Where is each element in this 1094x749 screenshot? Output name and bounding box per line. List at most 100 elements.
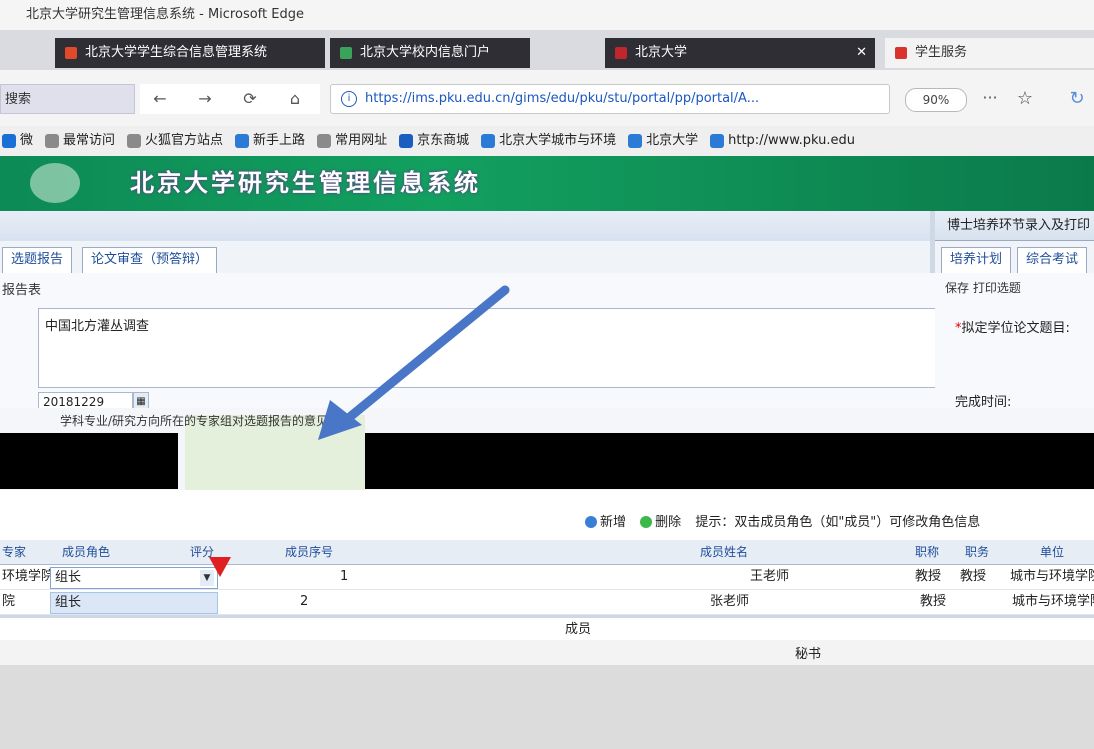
tab-training-plan[interactable]: 培养计划 [941, 247, 1012, 273]
thesis-title-label: *拟定学位论文题目: [955, 318, 1094, 340]
add-button-label: 新增 [600, 515, 627, 530]
bookmark-item[interactable]: 火狐官方站点 [125, 126, 223, 156]
add-button[interactable]: 新增 [585, 512, 626, 534]
bookmark-item[interactable]: 新手上路 [233, 126, 305, 156]
zoom-level[interactable]: 90% [905, 88, 967, 112]
tab-comprehensive-exam[interactable]: 综合考试 [1017, 247, 1088, 273]
annotation-arrow-blue [318, 285, 510, 440]
annotation-arrow-red [209, 557, 231, 577]
bookmark-favicon [45, 134, 60, 148]
window-title: 北京大学研究生管理信息系统 - Microsoft Edge [0, 0, 1094, 30]
back-icon[interactable]: ← [140, 84, 180, 114]
row-title: 教授 [920, 594, 947, 609]
delete-button-label: 删除 [655, 515, 682, 530]
row-unit: 城市与环境学院 [1012, 594, 1094, 609]
tab-label: 北京大学 [635, 45, 688, 60]
bookmarks-bar: 微 最常访问 火狐官方站点 新手上路 常用网址 京东商城 北京大学城市与环境 北京大学 http… [0, 126, 1094, 157]
col-header-role[interactable]: 成员角色 [62, 540, 110, 564]
bookmark-label: http://www.pku.edu [728, 133, 856, 148]
tab-label: 北京大学校内信息门户 [360, 45, 491, 60]
bookmark-favicon [628, 134, 643, 148]
bookmark-favicon [127, 134, 142, 148]
bookmark-item[interactable]: 常用网址 [315, 126, 387, 156]
row-seq: 1 [340, 569, 349, 584]
row-prefix: 院 [2, 594, 16, 609]
thesis-title-label-text: 拟定学位论文题目: [961, 321, 1070, 336]
info-icon[interactable]: i [341, 91, 357, 107]
bookmark-item[interactable]: 北京大学 [626, 126, 698, 156]
row-prefix: 环境学院 [2, 569, 55, 584]
bookmark-label: 北京大学城市与环境 [499, 133, 617, 148]
redaction-block [0, 433, 178, 489]
right-subtab-row: 培养计划 综合考试 [935, 241, 1094, 274]
member-label: 成员 [565, 622, 592, 637]
bookmark-label: 微 [20, 133, 34, 148]
plus-icon [585, 516, 597, 528]
nav-buttons: ← → ⟳ ⌂ [140, 84, 320, 114]
search-box[interactable]: 搜索 [0, 84, 135, 114]
grid-toolbar: 新增 删除 提示：双击成员角色（如"成员"）可修改角色信息 [585, 512, 1094, 534]
bookmark-label: 京东商城 [417, 133, 470, 148]
forward-icon[interactable]: → [185, 84, 225, 114]
right-panel-header: 博士培养环节录入及打印 [935, 211, 1094, 241]
right-toolbar[interactable]: 保存 打印选题 [945, 278, 1094, 298]
bookmark-label: 常用网址 [335, 133, 388, 148]
secretary-row [0, 640, 1094, 665]
tab-favicon [65, 47, 77, 59]
bottom-blank-area [0, 665, 1094, 749]
bookmark-favicon [235, 134, 250, 148]
banner-title: 北京大学研究生管理信息系统 [130, 169, 481, 197]
col-header-unit[interactable]: 单位 [1040, 540, 1064, 564]
grid-hint: 提示：双击成员角色（如"成员"）可修改角色信息 [695, 515, 981, 530]
col-header-post[interactable]: 职务 [965, 540, 989, 564]
bookmark-item[interactable]: 北京大学城市与环境 [479, 126, 616, 156]
row-seq: 2 [300, 594, 309, 609]
browser-tab-4[interactable]: 学生服务 [885, 38, 1094, 68]
browser-tab-strip: 北京大学学生综合信息管理系统 北京大学校内信息门户 北京大学 ✕ 学生服务 [0, 30, 1094, 70]
bookmark-item[interactable]: http://www.pku.edu [708, 126, 855, 156]
delete-button[interactable]: 删除 [640, 512, 681, 534]
tab-topic-report[interactable]: 选题报告 [2, 247, 73, 273]
university-logo [30, 163, 80, 203]
refresh-icon[interactable]: ⟳ [230, 84, 270, 114]
row-name: 王老师 [750, 569, 790, 584]
bookmark-item[interactable]: 京东商城 [397, 126, 469, 156]
close-icon[interactable]: ✕ [856, 38, 867, 68]
tab-thesis-review[interactable]: 论文审查（预答辩） [82, 247, 218, 273]
bookmark-favicon [481, 134, 496, 148]
browser-tab-1[interactable]: 北京大学学生综合信息管理系统 [55, 38, 325, 68]
ellipsis-icon[interactable]: ··· [975, 84, 1005, 114]
bookmark-item[interactable]: 微 [0, 126, 33, 156]
star-icon[interactable]: ☆ [1010, 84, 1040, 114]
home-icon[interactable]: ⌂ [275, 84, 315, 114]
tab-favicon [615, 47, 627, 59]
left-panel-header [0, 211, 930, 242]
sync-icon[interactable]: ↻ [1060, 84, 1094, 114]
left-subtab-row: 选题报告 论文审查（预答辩） [0, 241, 930, 274]
secretary-label: 秘书 [795, 647, 822, 662]
role-select-value: 组长 [55, 570, 82, 585]
row-title: 教授 [915, 569, 942, 584]
role-select[interactable]: 组长 ▼ [50, 567, 218, 589]
url-text: https://ims.pku.edu.cn/gims/edu/pku/stu/… [365, 91, 760, 106]
browser-tab-2[interactable]: 北京大学校内信息门户 [330, 38, 530, 68]
bookmark-favicon [710, 134, 725, 148]
bookmark-label: 新手上路 [253, 133, 306, 148]
row-name: 张老师 [710, 594, 750, 609]
col-header-expert: 专家 [2, 545, 27, 559]
col-header-title[interactable]: 职称 [915, 540, 939, 564]
row-unit: 城市与环境学院 [1010, 569, 1094, 584]
tab-label: 北京大学学生综合信息管理系统 [85, 45, 268, 60]
browser-tab-3[interactable]: 北京大学 ✕ [605, 38, 875, 68]
grid-header: 专家 成员角色 评分 成员序号 成员姓名 职称 职务 单位 [0, 540, 1094, 565]
bookmark-label: 最常访问 [63, 133, 116, 148]
role-cell[interactable]: 组长 [50, 592, 218, 614]
bookmark-item[interactable]: 最常访问 [43, 126, 115, 156]
col-header-seq[interactable]: 成员序号 [285, 540, 333, 564]
tab-favicon [895, 47, 907, 59]
url-input[interactable]: i https://ims.pku.edu.cn/gims/edu/pku/st… [330, 84, 890, 114]
bookmark-favicon [317, 134, 332, 148]
bookmark-favicon [2, 134, 16, 148]
col-header-name[interactable]: 成员姓名 [700, 540, 748, 564]
row-post: 教授 [960, 569, 987, 584]
